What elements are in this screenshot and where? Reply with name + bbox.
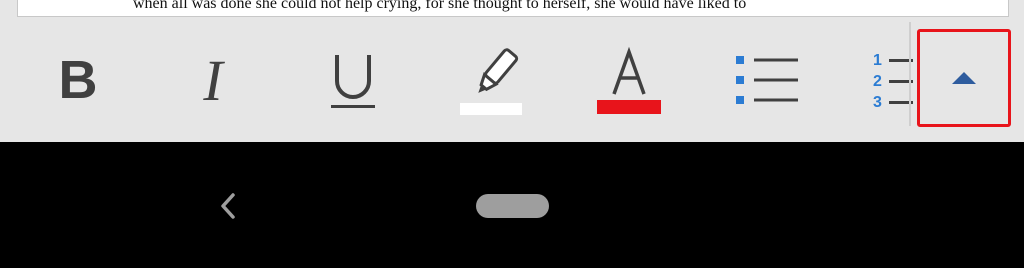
document-page[interactable]: when all was done she could not help cry…: [17, 0, 1009, 17]
italic-button[interactable]: I: [175, 18, 251, 142]
system-navigation-bar: [0, 142, 1024, 268]
number-2: 2: [873, 73, 882, 90]
expand-toolbar-button[interactable]: [917, 29, 1011, 127]
bold-button[interactable]: B: [40, 18, 116, 142]
document-area: when all was done she could not help cry…: [0, 0, 1024, 18]
underline-icon: U: [331, 55, 375, 108]
number-1: 1: [873, 52, 882, 69]
number-3: 3: [873, 94, 882, 110]
bulleted-list-icon: [736, 56, 798, 104]
back-chevron-icon[interactable]: [216, 192, 240, 220]
toolbar-divider: [909, 22, 911, 126]
font-color-swatch: [597, 100, 661, 114]
bulleted-list-button[interactable]: [730, 18, 802, 142]
font-color-button[interactable]: A: [593, 18, 665, 142]
home-pill-icon[interactable]: [476, 194, 549, 218]
formatting-toolbar: B I U A: [0, 18, 1024, 142]
highlighter-icon: [460, 48, 522, 115]
font-color-icon: A: [597, 46, 661, 114]
underline-button[interactable]: U: [315, 18, 391, 142]
highlight-color-button[interactable]: [455, 18, 527, 142]
bold-icon: B: [58, 50, 98, 110]
numbered-list-button[interactable]: 1 2 3: [866, 18, 920, 142]
document-text-line: when all was done she could not help cry…: [133, 0, 747, 12]
italic-icon: I: [203, 47, 223, 113]
caret-up-icon: [952, 72, 976, 84]
highlight-color-swatch: [460, 103, 522, 115]
